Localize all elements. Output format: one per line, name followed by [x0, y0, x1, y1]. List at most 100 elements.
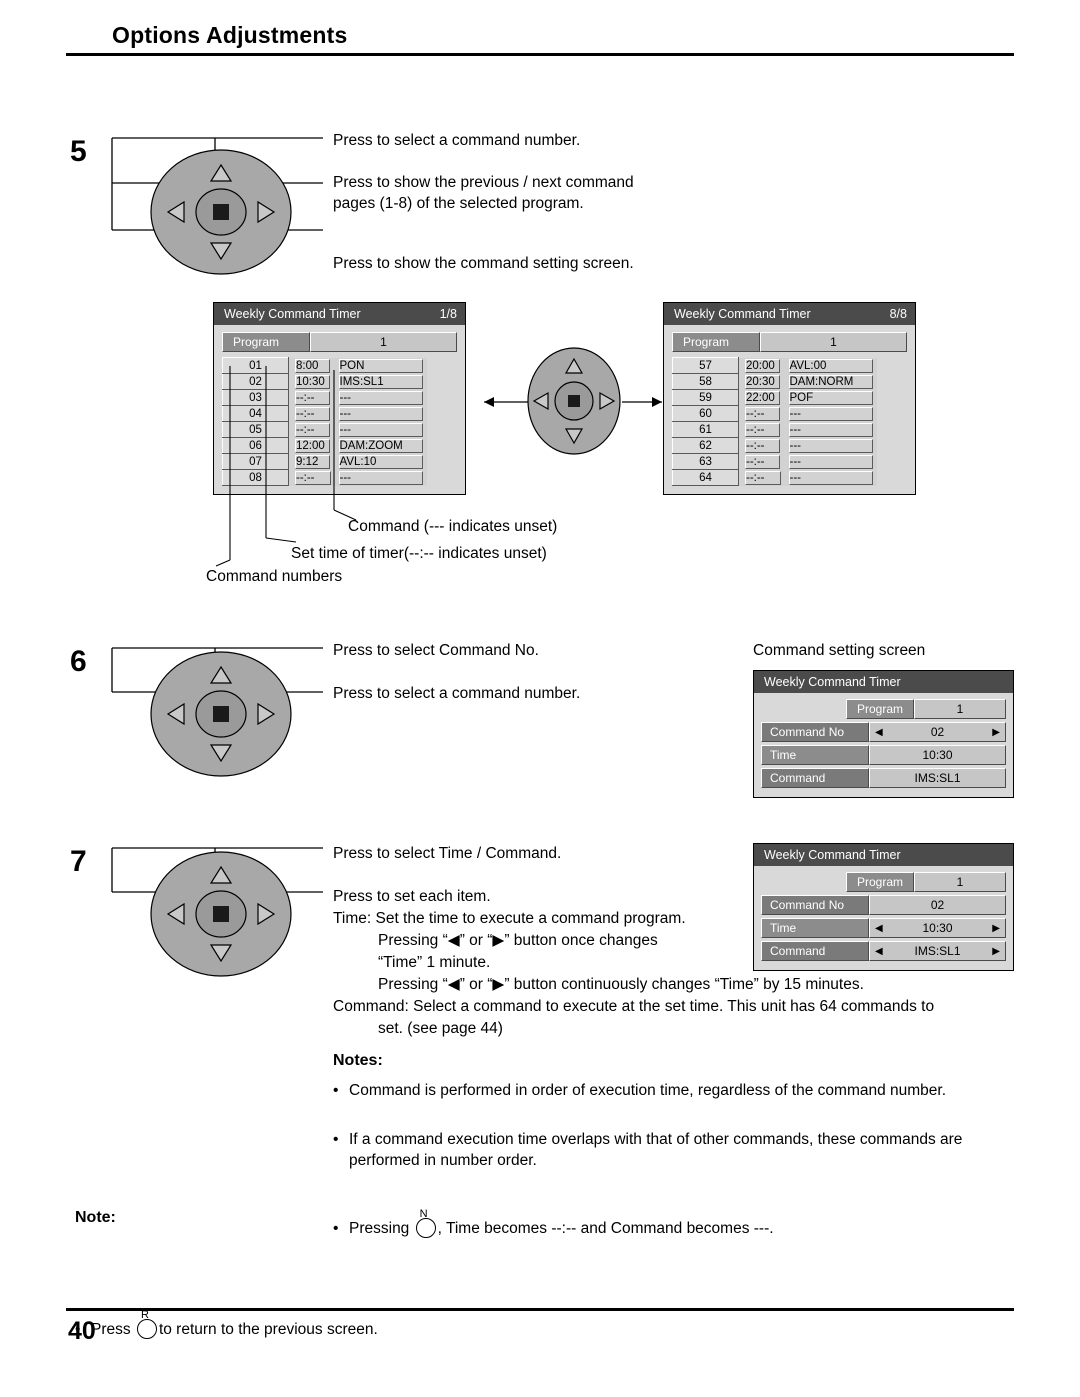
table-row[interactable]: 57 20:00 AVL:00 [672, 357, 877, 374]
osd-page-indicator-page8: 8/8 [889, 307, 907, 321]
time-label-set1: Time [761, 745, 869, 765]
osd-body-set2: Program 1 Command No 02 Time ◀ 10:30 ▶ C… [754, 866, 1013, 970]
time-text-set2: 10:30 [922, 921, 953, 935]
page-number: 40 [68, 1317, 96, 1345]
step7-text-8: set. (see page 44) [378, 1020, 503, 1037]
right-arrow-icon: ▶ [492, 976, 505, 993]
program-value-set1: 1 [914, 699, 1006, 719]
osd-command-setting-screen-1: Weekly Command Timer Program 1 Command N… [753, 670, 1014, 798]
osd-title-text-page1: Weekly Command Timer [224, 307, 361, 321]
osd-title-bar-page8: Weekly Command Timer 8/8 [664, 303, 915, 325]
command-time-text: --:-- [745, 406, 780, 421]
step7-text-3: Time: Set the time to execute a command … [333, 910, 686, 927]
osd-weekly-command-timer-page8: Weekly Command Timer 8/8 Program 1 57 20… [663, 302, 916, 495]
program-value-set2: 1 [914, 872, 1006, 892]
step5-text-3: Press to show the command setting screen… [333, 255, 634, 272]
program-row-page1[interactable]: Program 1 [222, 332, 457, 352]
page-title: Options Adjustments [112, 22, 348, 48]
table-row[interactable]: 62 --:-- --- [672, 437, 877, 454]
osd-command-setting-screen-2: Weekly Command Timer Program 1 Command N… [753, 843, 1014, 971]
command-no-value-set1[interactable]: ◀ 02 ▶ [869, 722, 1006, 742]
command-number-cell: 64 [672, 469, 739, 486]
left-arrow-icon: ◀ [875, 726, 883, 738]
command-name-cell: --- [784, 469, 877, 486]
command-name-text: DAM:NORM [788, 374, 873, 389]
time-value-set1[interactable]: 10:30 [869, 745, 1006, 765]
step7-text-6: Pressing “◀” or “▶” button continuously … [378, 974, 998, 995]
command-time-cell: 22:00 [738, 389, 785, 406]
notes-item-3-post: , Time becomes --:-- and Command becomes… [437, 1220, 774, 1237]
table-row[interactable]: 58 20:30 DAM:NORM [672, 373, 877, 390]
time-row-set1[interactable]: Time 10:30 [761, 745, 1006, 765]
step7-text-2: Press to set each item. [333, 888, 491, 905]
command-name-text: --- [788, 438, 873, 453]
step7-text-5: “Time” 1 minute. [378, 954, 491, 971]
notes-item-1: Command is performed in order of executi… [333, 1080, 1023, 1101]
command-name-cell: --- [784, 453, 877, 470]
command-no-value-set2[interactable]: 02 [869, 895, 1006, 915]
command-label-set2: Command [761, 941, 869, 961]
command-name-cell: AVL:00 [784, 357, 877, 374]
osd-title-text-set1: Weekly Command Timer [764, 675, 901, 689]
command-name-text: --- [788, 406, 873, 421]
program-label-page1: Program [222, 332, 310, 352]
command-no-row-set2[interactable]: Command No 02 [761, 895, 1006, 915]
command-number-cell: 62 [672, 437, 739, 454]
program-value-page8: 1 [760, 332, 907, 352]
program-label-page8: Program [672, 332, 760, 352]
right-arrow-icon: ▶ [992, 945, 1000, 957]
command-value-set1[interactable]: IMS:SL1 [869, 768, 1006, 788]
osd-title-text-page8: Weekly Command Timer [674, 307, 811, 321]
program-row-page8[interactable]: Program 1 [672, 332, 907, 352]
command-no-row-set1[interactable]: Command No ◀ 02 ▶ [761, 722, 1006, 742]
osd-page-indicator-page1: 1/8 [439, 307, 457, 321]
step7-text-4: Pressing “◀” or “▶” button once changes [378, 930, 738, 951]
command-time-text: 20:30 [745, 374, 780, 389]
osd-body-set1: Program 1 Command No ◀ 02 ▶ Time 10:30 C… [754, 693, 1013, 797]
step6-text-2: Press to select a command number. [333, 685, 581, 702]
command-value-set2[interactable]: ◀ IMS:SL1 ▶ [869, 941, 1006, 961]
table-row[interactable]: 64 --:-- --- [672, 469, 877, 486]
osd-body-page8: Program 1 57 20:00 AVL:00 58 20:30 DAM:N… [664, 325, 915, 494]
osd-title-bar-set2: Weekly Command Timer [754, 844, 1013, 866]
step-number-5: 5 [70, 135, 87, 168]
command-no-text-set2: 02 [930, 898, 945, 912]
step7-text-6b: ” or “ [459, 976, 493, 993]
table-row[interactable]: 59 22:00 POF [672, 389, 877, 406]
osd-right-arrow-link [622, 397, 662, 407]
step6-text-1: Press to select Command No. [333, 642, 539, 659]
step7-text-7: Command: Select a command to execute at … [333, 998, 935, 1015]
table-row[interactable]: 60 --:-- --- [672, 405, 877, 422]
command-time-cell: --:-- [738, 405, 785, 422]
command-row-set2[interactable]: Command ◀ IMS:SL1 ▶ [761, 941, 1006, 961]
remote-cursor-pad-step6 [148, 650, 294, 778]
page-footer: 40 [66, 1308, 1014, 1346]
command-name-text: --- [788, 470, 873, 485]
table-row[interactable]: 61 --:-- --- [672, 421, 877, 438]
program-value-page1: 1 [310, 332, 457, 352]
time-value-set2[interactable]: ◀ 10:30 ▶ [869, 918, 1006, 938]
notes-item-2-text: If a command execution time overlaps wit… [349, 1131, 963, 1169]
step5-text-2b: pages (1-8) of the selected program. [333, 195, 584, 212]
time-row-set2[interactable]: Time ◀ 10:30 ▶ [761, 918, 1006, 938]
step7-text-6c: ” button continuously changes “Time” by … [504, 976, 864, 993]
program-row-set1[interactable]: Program 1 [761, 699, 1006, 719]
command-time-cell: --:-- [738, 421, 785, 438]
notes-item-3-pre: Pressing [349, 1220, 410, 1237]
command-number-cell: 57 [672, 357, 739, 374]
notes-heading: Notes: [333, 1052, 383, 1069]
right-arrow-icon: ▶ [992, 726, 1000, 738]
table-row[interactable]: 63 --:-- --- [672, 453, 877, 470]
command-row-set1[interactable]: Command IMS:SL1 [761, 768, 1006, 788]
left-arrow-icon: ◀ [875, 945, 883, 957]
command-number-cell: 61 [672, 421, 739, 438]
command-time-cell: 20:30 [738, 373, 785, 390]
notes-item-1-text: Command is performed in order of executi… [349, 1082, 947, 1099]
command-no-text-set1: 02 [930, 725, 945, 739]
command-time-text: --:-- [745, 422, 780, 437]
step7-text-1: Press to select Time / Command. [333, 845, 562, 862]
osd-title-bar-page1: Weekly Command Timer 1/8 [214, 303, 465, 325]
program-row-set2[interactable]: Program 1 [761, 872, 1006, 892]
command-setting-screen-caption: Command setting screen [753, 642, 926, 659]
n-button-label: N [419, 1208, 428, 1220]
